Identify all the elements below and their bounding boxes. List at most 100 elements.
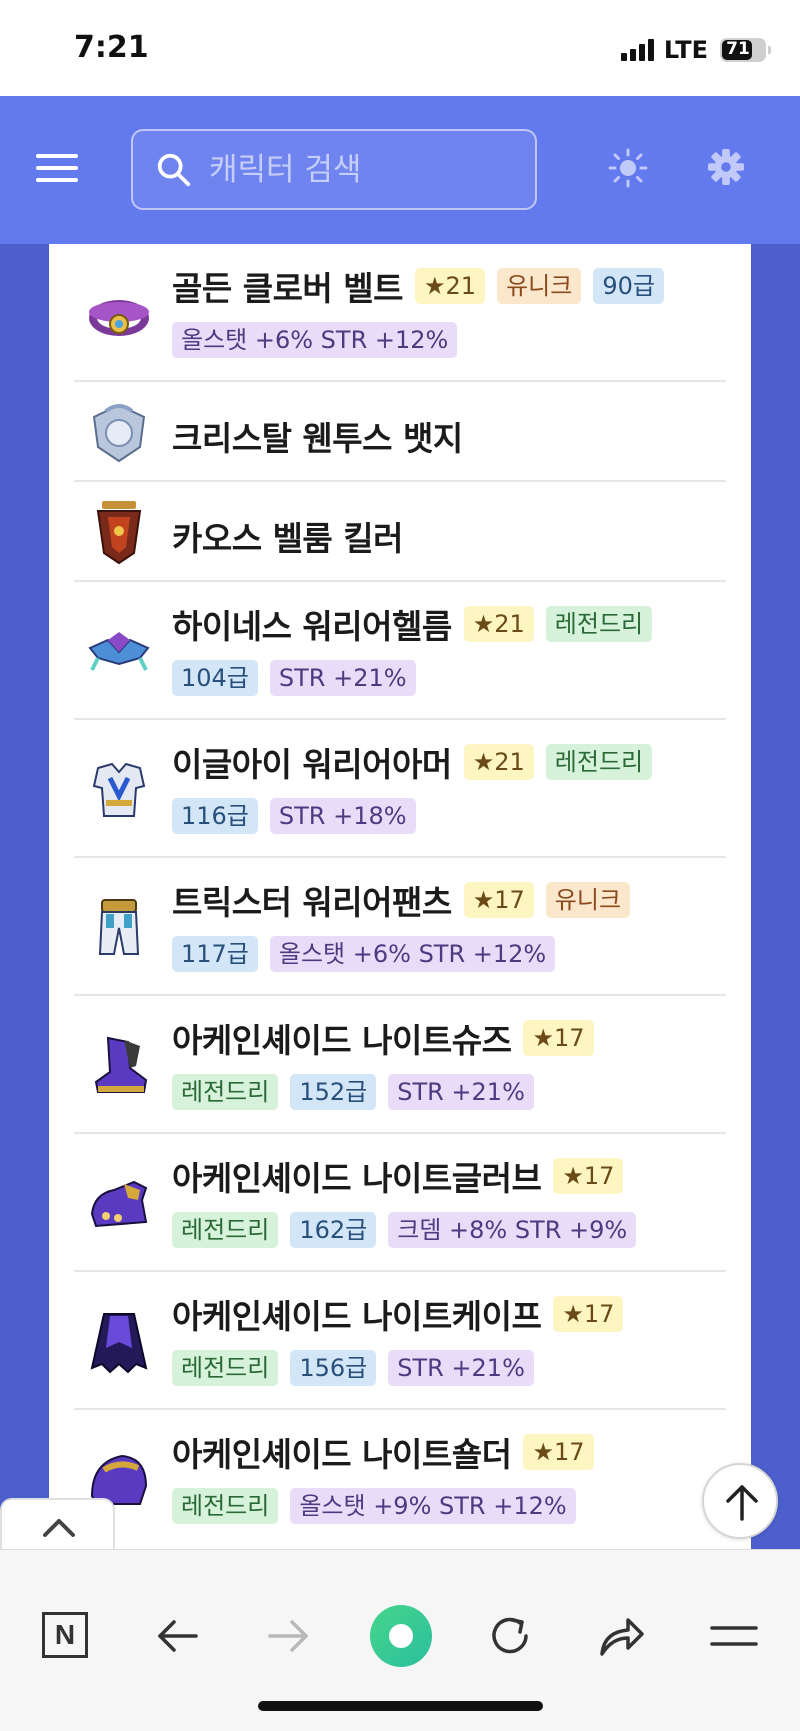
menu-lines-icon[interactable]: [710, 1622, 758, 1650]
item-title-row: 크리스탈 웬투스 뱃지: [172, 412, 463, 460]
item-tags: 104급 STR +21%: [172, 660, 416, 696]
grade-badge: 유니크: [545, 882, 631, 918]
star-force-badge: ★17: [523, 1434, 594, 1470]
helmet-icon: [88, 632, 150, 671]
potential-badge: STR +21%: [269, 660, 416, 696]
star-force-badge: ★17: [553, 1296, 624, 1332]
battery-level: 71: [726, 39, 750, 59]
cape-icon: [90, 1313, 148, 1374]
gloves-icon: [90, 1180, 148, 1228]
level-badge: 104급: [172, 660, 258, 696]
reload-icon[interactable]: [486, 1612, 534, 1660]
scroll-to-top-button[interactable]: [702, 1463, 778, 1539]
status-indicators: LTE 71: [620, 36, 771, 64]
item-tags: 레전드리 156급 STR +21%: [172, 1350, 534, 1386]
sun-icon[interactable]: [608, 148, 648, 188]
network-label: LTE: [663, 36, 708, 64]
level-badge: 162급: [290, 1212, 377, 1248]
item-title-row: 이글아이 워리어아머 ★21 레전드리: [172, 738, 653, 786]
screen: 7:21 LTE 71 캐릭터 검색 골든 클로버 벨트 ★21 유니크 90급…: [0, 0, 800, 1731]
badge-icon: [92, 403, 146, 463]
item-name: 골든 클로버 벨트: [172, 269, 404, 308]
item-tags: 레전드리 152급 STR +21%: [172, 1074, 534, 1110]
grade-badge: 레전드리: [545, 606, 653, 642]
grade-badge: 레전드리: [172, 1212, 279, 1248]
list-item[interactable]: 아케인셰이드 나이트슈즈 ★17 레전드리 152급 STR +21%: [74, 996, 726, 1134]
list-item[interactable]: 아케인셰이드 나이트글러브 ★17 레전드리 162급 크뎀 +8% STR +…: [74, 1134, 726, 1272]
potential-badge: 올스탯 +6% STR +12%: [172, 322, 458, 358]
status-bar: 7:21 LTE 71: [0, 0, 800, 96]
grade-badge: 유니크: [497, 268, 582, 304]
potential-badge: STR +21%: [388, 1074, 534, 1110]
item-tags: 레전드리 올스탯 +9% STR +12%: [172, 1488, 576, 1524]
forward-arrow-icon[interactable]: [266, 1618, 310, 1654]
home-indicator: [258, 1701, 543, 1711]
list-item[interactable]: 아케인셰이드 나이트케이프 ★17 레전드리 156급 STR +21%: [74, 1272, 726, 1410]
grade-badge: 레전드리: [545, 744, 653, 780]
list-item[interactable]: 크리스탈 웬투스 뱃지: [74, 382, 726, 482]
list-item[interactable]: 골든 클로버 벨트 ★21 유니크 90급 올스탯 +6% STR +12%: [74, 244, 726, 382]
grade-badge: 레전드리: [172, 1074, 279, 1110]
item-name: 아케인셰이드 나이트숄더: [172, 1435, 512, 1474]
star-force-badge: ★17: [553, 1158, 624, 1194]
item-name: 아케인셰이드 나이트케이프: [172, 1297, 542, 1336]
list-item[interactable]: 트릭스터 워리어팬츠 ★17 유니크 117급 올스탯 +6% STR +12%: [74, 858, 726, 996]
item-title-row: 하이네스 워리어헬름 ★21 레전드리: [172, 600, 653, 648]
potential-badge: STR +21%: [388, 1350, 534, 1386]
grade-badge: 레전드리: [172, 1488, 279, 1524]
share-icon[interactable]: [598, 1614, 646, 1658]
back-arrow-icon[interactable]: [156, 1618, 200, 1654]
menu-icon[interactable]: [36, 154, 78, 182]
armor-icon: [92, 762, 146, 817]
item-name: 아케인셰이드 나이트슈즈: [172, 1021, 512, 1060]
star-force-badge: ★17: [523, 1020, 594, 1056]
level-badge: 90급: [593, 268, 664, 304]
level-badge: 156급: [290, 1350, 377, 1386]
grade-badge: 레전드리: [172, 1350, 279, 1386]
potential-badge: 올스탯 +6% STR +12%: [269, 936, 556, 972]
item-tags: 117급 올스탯 +6% STR +12%: [172, 936, 556, 972]
potential-badge: 올스탯 +9% STR +12%: [290, 1488, 576, 1524]
potential-badge: 크뎀 +8% STR +9%: [388, 1212, 637, 1248]
level-badge: 117급: [172, 936, 258, 972]
signal-icon: [620, 39, 654, 61]
star-force-badge: ★21: [463, 606, 534, 642]
item-name: 이글아이 워리어아머: [172, 745, 452, 784]
item-title-row: 아케인셰이드 나이트글러브 ★17: [172, 1152, 624, 1200]
search-icon: [157, 153, 191, 186]
search-box[interactable]: [131, 129, 537, 210]
record-icon[interactable]: [370, 1605, 432, 1667]
n-icon[interactable]: N: [42, 1612, 88, 1658]
list-item[interactable]: 이글아이 워리어아머 ★21 레전드리 116급 STR +18%: [74, 720, 726, 858]
search-input[interactable]: [209, 151, 509, 188]
item-title-row: 아케인셰이드 나이트케이프 ★17: [172, 1290, 624, 1338]
star-force-badge: ★21: [415, 268, 486, 304]
list-item[interactable]: 아케인셰이드 나이트숄더 ★17 레전드리 올스탯 +9% STR +12%: [74, 1410, 726, 1549]
item-name: 카오스 벨룸 킬러: [172, 519, 404, 558]
item-name: 아케인셰이드 나이트글러브: [172, 1159, 542, 1198]
chevron-up-icon: [43, 1519, 75, 1537]
battery-icon: 71: [720, 38, 771, 62]
potential-badge: STR +18%: [269, 798, 416, 834]
list-item[interactable]: 하이네스 워리어헬름 ★21 레전드리 104급 STR +21%: [74, 582, 726, 720]
pendant-icon: [96, 501, 142, 565]
arrow-up-icon: [726, 1485, 758, 1521]
item-name: 트릭스터 워리어팬츠: [172, 883, 452, 922]
gear-icon[interactable]: [707, 148, 745, 186]
belt-icon: [89, 300, 149, 336]
item-tags: 레전드리 162급 크뎀 +8% STR +9%: [172, 1212, 637, 1248]
app-header: [0, 96, 800, 244]
status-time: 7:21: [74, 30, 149, 65]
item-title-row: 트릭스터 워리어팬츠 ★17 유니크: [172, 876, 631, 924]
item-title-row: 카오스 벨룸 킬러: [172, 512, 404, 560]
star-force-badge: ★21: [463, 744, 534, 780]
star-force-badge: ★17: [463, 882, 534, 918]
equipment-list: 골든 클로버 벨트 ★21 유니크 90급 올스탯 +6% STR +12% 크…: [49, 244, 751, 1549]
shoes-icon: [94, 1036, 148, 1093]
level-badge: 152급: [290, 1074, 377, 1110]
collapse-tab[interactable]: [0, 1498, 115, 1554]
level-badge: 116급: [172, 798, 258, 834]
item-tags: 올스탯 +6% STR +12%: [172, 322, 458, 358]
list-item[interactable]: 카오스 벨룸 킬러: [74, 482, 726, 582]
item-name: 하이네스 워리어헬름: [172, 607, 452, 646]
